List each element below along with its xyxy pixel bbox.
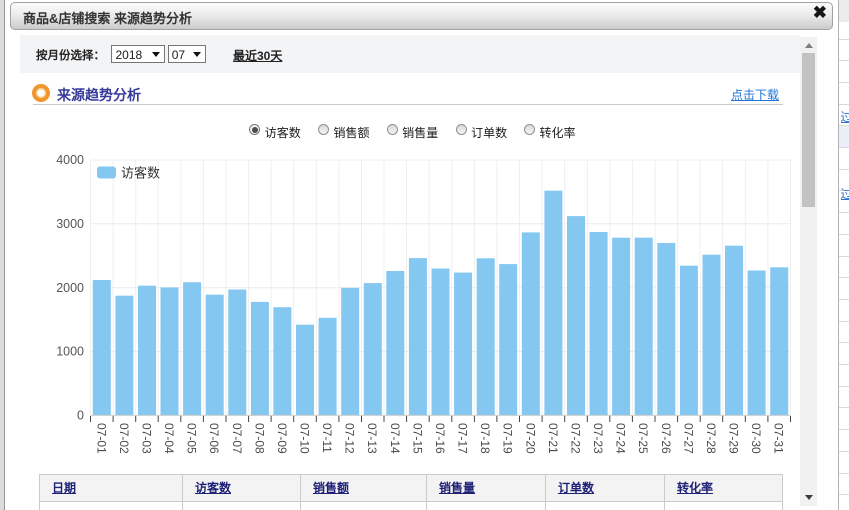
svg-text:07-30: 07-30 — [749, 423, 763, 454]
svg-text:07-24: 07-24 — [614, 423, 628, 454]
svg-text:07-23: 07-23 — [591, 423, 605, 454]
svg-text:07-03: 07-03 — [139, 423, 153, 454]
svg-text:07-26: 07-26 — [659, 423, 673, 454]
svg-text:07-25: 07-25 — [636, 423, 650, 454]
svg-text:07-07: 07-07 — [230, 423, 244, 454]
svg-text:2000: 2000 — [56, 281, 84, 295]
svg-text:07-01: 07-01 — [94, 423, 108, 454]
svg-text:07-11: 07-11 — [320, 423, 334, 453]
svg-text:07-16: 07-16 — [433, 423, 447, 454]
svg-text:07-31: 07-31 — [772, 423, 786, 454]
svg-text:07-13: 07-13 — [365, 423, 379, 454]
svg-text:07-28: 07-28 — [704, 423, 718, 454]
svg-text:0: 0 — [77, 409, 84, 423]
svg-text:07-08: 07-08 — [252, 423, 266, 454]
svg-text:07-06: 07-06 — [207, 423, 221, 454]
svg-text:07-29: 07-29 — [727, 423, 741, 454]
svg-text:07-04: 07-04 — [162, 423, 176, 454]
svg-text:07-18: 07-18 — [478, 423, 492, 454]
svg-text:07-05: 07-05 — [185, 423, 199, 454]
svg-text:07-09: 07-09 — [275, 423, 289, 454]
svg-text:07-22: 07-22 — [569, 423, 583, 454]
svg-text:07-27: 07-27 — [681, 423, 695, 454]
svg-text:07-15: 07-15 — [410, 423, 424, 454]
svg-text:1000: 1000 — [56, 345, 84, 359]
svg-text:07-20: 07-20 — [523, 423, 537, 454]
svg-text:07-10: 07-10 — [298, 423, 312, 454]
svg-text:07-17: 07-17 — [456, 423, 470, 454]
svg-text:07-14: 07-14 — [388, 423, 402, 454]
svg-text:3000: 3000 — [56, 217, 84, 231]
svg-text:07-02: 07-02 — [117, 423, 131, 454]
svg-text:4000: 4000 — [56, 153, 84, 167]
svg-text:07-19: 07-19 — [501, 423, 515, 454]
svg-text:07-21: 07-21 — [546, 423, 560, 454]
svg-text:07-12: 07-12 — [343, 423, 357, 454]
svg-text:访客数: 访客数 — [121, 166, 160, 181]
